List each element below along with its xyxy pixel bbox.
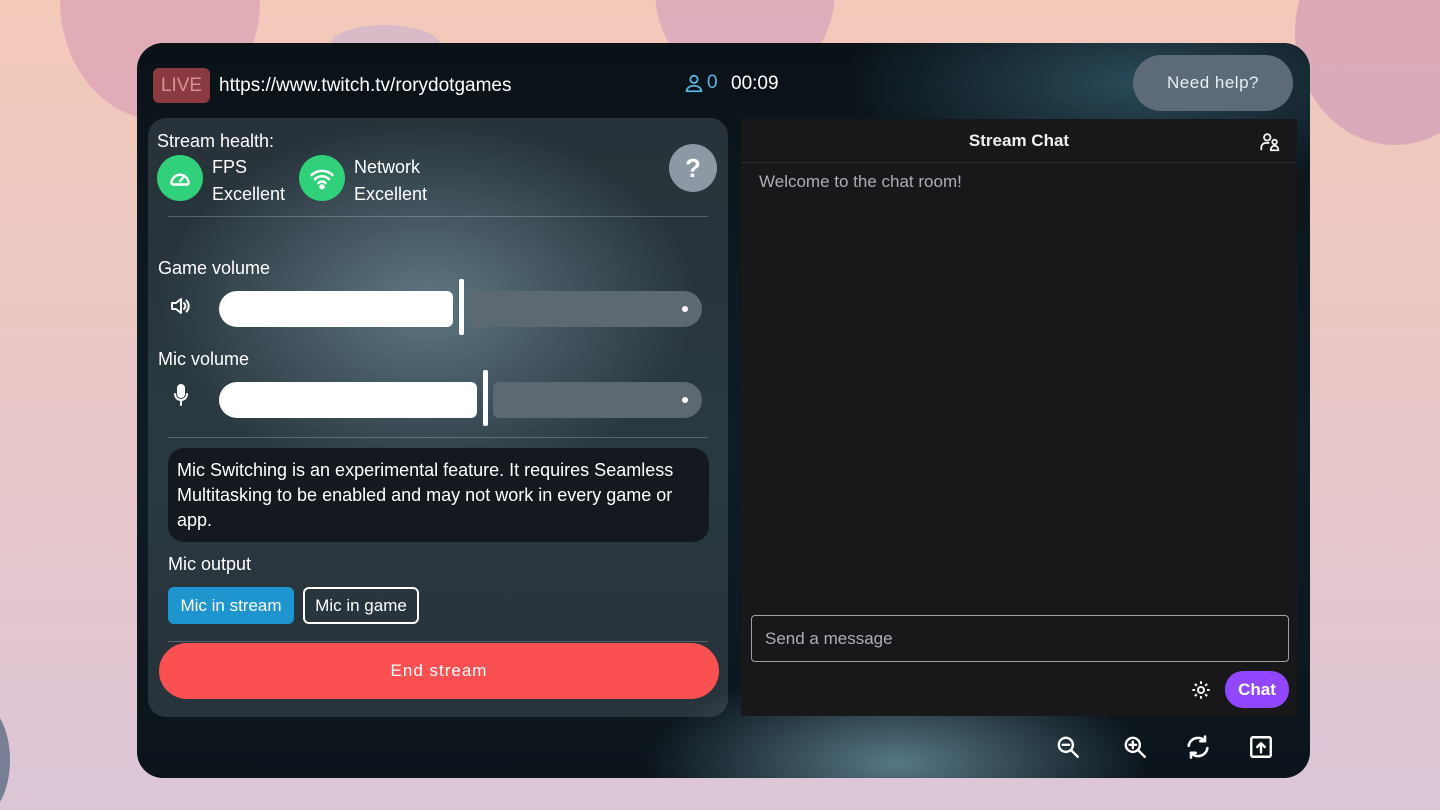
fps-value: Excellent xyxy=(212,184,286,204)
stream-health-help-button[interactable]: ? xyxy=(669,144,717,192)
background-blob xyxy=(0,700,10,810)
game-volume-label: Game volume xyxy=(158,258,271,278)
rotate-button[interactable] xyxy=(1183,732,1213,762)
zoom-in-button[interactable] xyxy=(1120,732,1150,762)
fps-status: FPS Excellent xyxy=(212,154,285,208)
mic-in-game-button[interactable]: Mic in game xyxy=(303,587,419,624)
network-value: Excellent xyxy=(354,184,428,204)
live-badge: LIVE xyxy=(153,68,210,103)
mic-volume-fill xyxy=(219,382,477,418)
viewer-count-value: 0 xyxy=(707,72,718,93)
stream-timer: 00:09 xyxy=(731,73,779,94)
mic-switching-notice: Mic Switching is an experimental feature… xyxy=(168,448,709,542)
end-stream-button[interactable]: End stream xyxy=(159,643,719,699)
divider xyxy=(168,437,708,438)
zoom-out-button[interactable] xyxy=(1053,732,1083,762)
mic-in-stream-button[interactable]: Mic in stream xyxy=(168,587,294,624)
stream-url: https://www.twitch.tv/rorydotgames xyxy=(219,75,512,96)
divider xyxy=(168,641,708,642)
chat-message-input[interactable] xyxy=(751,615,1289,662)
chat-header: Stream Chat xyxy=(741,119,1297,163)
zoom-in-icon xyxy=(1124,736,1146,758)
share-screen-icon xyxy=(1250,736,1272,758)
game-volume-slider[interactable] xyxy=(219,279,702,335)
mic-volume-slider[interactable] xyxy=(219,370,702,426)
wifi-icon xyxy=(299,155,345,201)
game-volume-fill xyxy=(219,291,453,327)
network-status: Network Excellent xyxy=(354,154,427,208)
slider-end-dot xyxy=(682,397,688,403)
background-blob xyxy=(1295,0,1440,145)
game-volume-track xyxy=(469,291,702,327)
stream-chat-panel: Stream Chat Welcome to the chat room! Ch… xyxy=(741,119,1297,716)
users-icon[interactable] xyxy=(1259,131,1281,153)
chat-welcome-message: Welcome to the chat room! xyxy=(759,172,962,191)
microphone-icon[interactable] xyxy=(172,383,190,409)
share-screen-button[interactable] xyxy=(1246,732,1276,762)
rotate-icon xyxy=(1187,735,1209,759)
zoom-out-icon xyxy=(1057,736,1079,758)
stream-health-label: Stream health: xyxy=(157,131,275,151)
mic-volume-label: Mic volume xyxy=(158,349,250,369)
chat-send-button[interactable]: Chat xyxy=(1225,671,1289,708)
stream-window: LIVE https://www.twitch.tv/rorydotgames … xyxy=(137,43,1310,778)
divider xyxy=(168,216,708,217)
need-help-button[interactable]: Need help? xyxy=(1133,55,1293,111)
network-label: Network xyxy=(354,157,421,177)
speedometer-icon xyxy=(157,155,203,201)
speaker-icon[interactable] xyxy=(168,294,192,318)
viewer-icon xyxy=(685,74,703,93)
chat-title: Stream Chat xyxy=(968,131,1070,150)
mic-volume-handle[interactable] xyxy=(482,370,488,426)
fps-label: FPS xyxy=(212,157,248,177)
game-volume-handle[interactable] xyxy=(458,279,464,335)
gear-icon[interactable] xyxy=(1190,679,1212,701)
mic-volume-track xyxy=(493,382,702,418)
slider-end-dot xyxy=(682,306,688,312)
viewer-count: 0 xyxy=(683,72,718,94)
stream-controls-panel: Stream health: FPS Excellent Network Exc… xyxy=(148,118,728,717)
mic-output-label: Mic output xyxy=(168,554,252,574)
